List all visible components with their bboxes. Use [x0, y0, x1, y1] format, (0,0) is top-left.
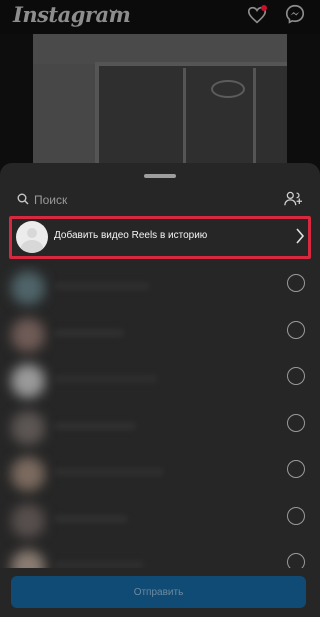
select-radio[interactable] [287, 460, 305, 478]
contact-avatar [11, 410, 45, 445]
contact-name-redacted [54, 468, 164, 476]
add-reels-to-story-row[interactable]: Добавить видео Reels в историю [9, 216, 311, 259]
contact-avatar [11, 317, 45, 352]
contact-row[interactable] [0, 403, 320, 450]
contact-row[interactable] [0, 263, 320, 310]
select-radio[interactable] [287, 367, 305, 385]
contact-avatar [11, 364, 45, 398]
select-radio[interactable] [287, 320, 305, 339]
contact-row[interactable] [0, 542, 320, 568]
feed-margin [287, 34, 320, 174]
contact-name-redacted [54, 421, 136, 430]
search-bar [0, 186, 320, 214]
select-radio[interactable] [287, 553, 305, 568]
send-button[interactable]: Отправить [11, 576, 306, 608]
contacts-list [0, 263, 320, 568]
messenger-icon[interactable] [284, 3, 306, 25]
contact-row[interactable] [0, 356, 320, 403]
contact-avatar [11, 550, 45, 568]
sheet-drag-handle[interactable] [144, 174, 176, 178]
contact-avatar [11, 457, 45, 491]
select-radio[interactable] [287, 413, 305, 432]
search-input[interactable] [34, 190, 254, 210]
contact-name-redacted [54, 514, 128, 523]
contact-row[interactable] [0, 496, 320, 543]
select-radio[interactable] [287, 274, 305, 292]
contact-name-redacted [54, 561, 144, 568]
notification-dot [261, 5, 267, 11]
feed-margin [0, 34, 33, 174]
contact-name-redacted [54, 282, 150, 290]
instagram-top-bar: Instagram [0, 0, 320, 34]
contact-name-redacted [54, 328, 124, 337]
search-icon [17, 193, 29, 205]
post-photo [33, 34, 287, 174]
chevron-down-icon[interactable] [109, 7, 118, 16]
add-people-icon[interactable] [283, 190, 303, 208]
contact-row[interactable] [0, 310, 320, 357]
contact-row[interactable] [0, 449, 320, 496]
avatar [16, 221, 48, 253]
contact-avatar [11, 503, 45, 538]
share-sheet: Добавить видео Reels в историю [0, 163, 320, 617]
chevron-right-icon [296, 228, 305, 244]
contact-name-redacted [54, 375, 158, 383]
select-radio[interactable] [287, 506, 305, 525]
add-reels-to-story-label: Добавить видео Reels в историю [54, 230, 208, 241]
contact-avatar [11, 271, 45, 305]
